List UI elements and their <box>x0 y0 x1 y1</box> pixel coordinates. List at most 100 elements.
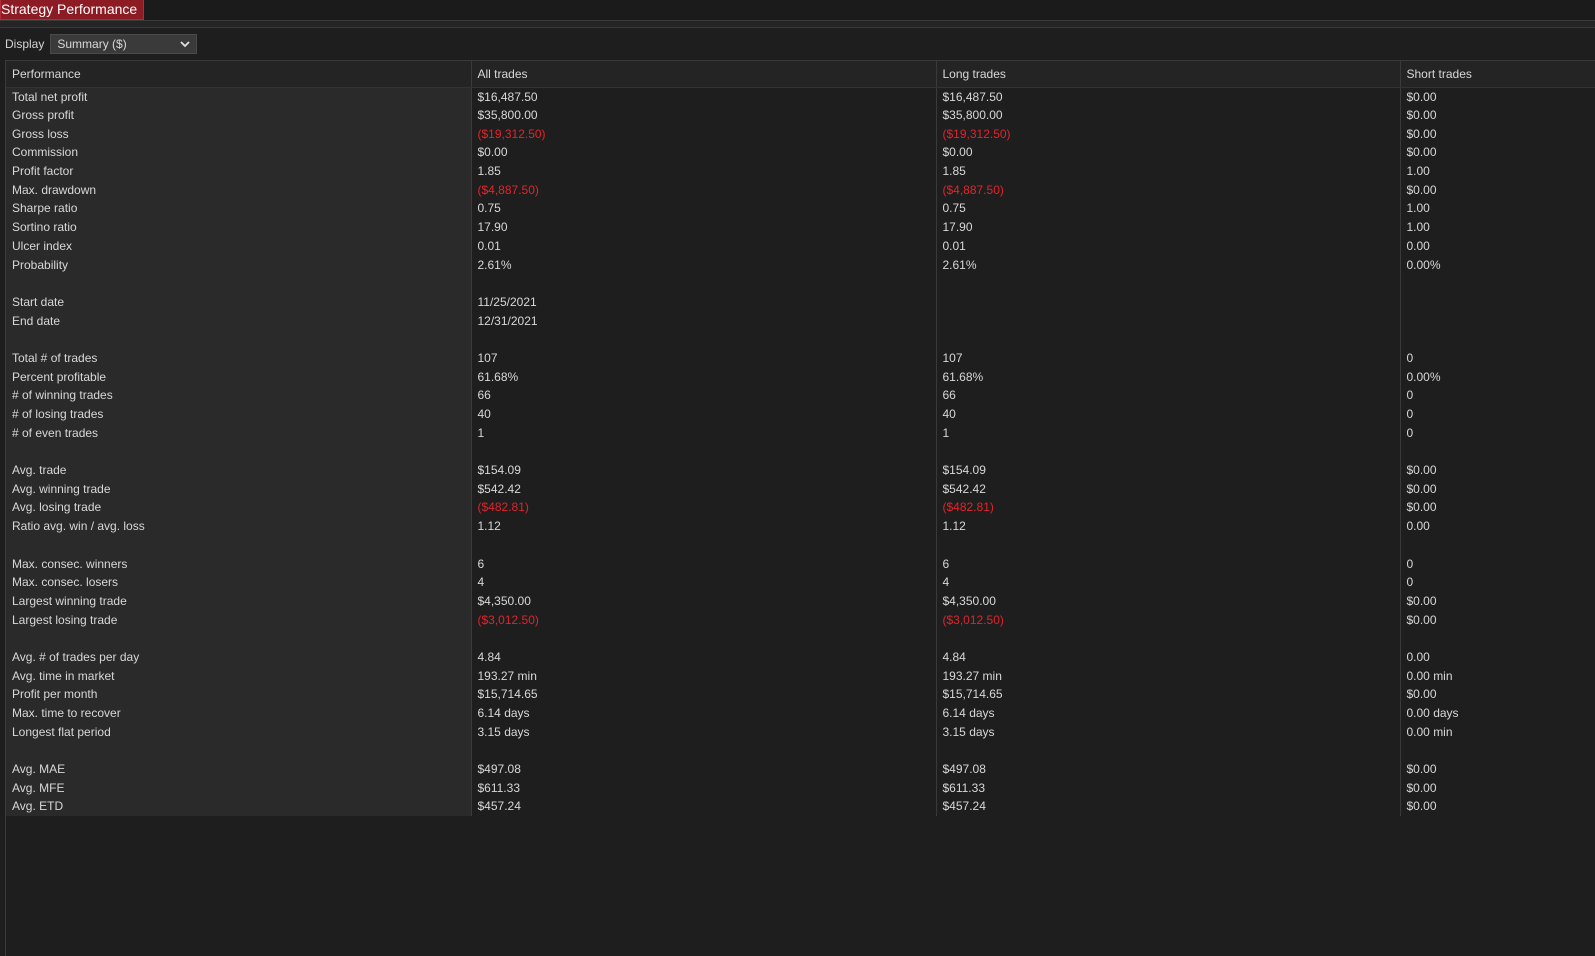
long-trades-value <box>936 535 1401 555</box>
all-trades-value: 2.61% <box>471 255 937 274</box>
all-trades-value <box>471 535 937 555</box>
metric-label <box>6 273 472 293</box>
table-row: Avg. time in market 193.27 min 193.27 min 0… <box>6 666 1595 685</box>
table-row: End date 12/31/2021 <box>6 311 1595 330</box>
table-row <box>6 628 1595 648</box>
short-trades-value: $0.00 <box>1400 759 1595 779</box>
column-header-performance[interactable]: Performance <box>6 61 472 88</box>
short-trades-value <box>1400 535 1595 555</box>
table-row: Avg. winning trade $542.42 $542.42 $0.00 <box>6 479 1595 499</box>
table-row: Max. consec. winners 6 6 0 <box>6 554 1595 573</box>
long-trades-value: 1 <box>936 423 1401 443</box>
metric-label: Start date <box>6 292 472 312</box>
short-trades-value: $0.00 <box>1400 498 1595 517</box>
short-trades-value <box>1400 311 1595 330</box>
table-row: Profit factor 1.85 1.85 1.00 <box>6 161 1595 181</box>
all-trades-value: ($3,012.50) <box>471 610 937 629</box>
short-trades-value: $0.00 <box>1400 778 1595 798</box>
all-trades-value: 17.90 <box>471 217 937 237</box>
long-trades-value: 17.90 <box>936 217 1401 237</box>
all-trades-value <box>471 628 937 648</box>
all-trades-value: 1.85 <box>471 161 937 181</box>
long-trades-value <box>936 741 1401 760</box>
long-trades-value: $497.08 <box>936 759 1401 779</box>
all-trades-value: $16,487.50 <box>471 87 937 106</box>
metric-label: End date <box>6 311 472 330</box>
all-trades-value: $4,350.00 <box>471 591 937 611</box>
display-selected-value: Summary ($) <box>57 37 127 51</box>
short-trades-value <box>1400 628 1595 648</box>
short-trades-value: 0.00 days <box>1400 703 1595 723</box>
long-trades-value: 66 <box>936 386 1401 405</box>
metric-label: Avg. # of trades per day <box>6 647 472 667</box>
all-trades-value: $0.00 <box>471 143 937 162</box>
short-trades-value: 0.00% <box>1400 367 1595 386</box>
long-trades-value: 40 <box>936 404 1401 424</box>
table-row: Profit per month $15,714.65 $15,714.65 $0.0… <box>6 685 1595 704</box>
long-trades-value: $4,350.00 <box>936 591 1401 611</box>
table-row: Max. time to recover 6.14 days 6.14 days 0.… <box>6 703 1595 723</box>
long-trades-value: 107 <box>936 348 1401 368</box>
table-row: Percent profitable 61.68% 61.68% 0.00% <box>6 367 1595 386</box>
window-title-tab[interactable]: Strategy Performance <box>0 0 145 20</box>
column-header-all-trades[interactable]: All trades <box>471 61 937 88</box>
metric-label: Avg. MFE <box>6 778 472 798</box>
short-trades-value: 0 <box>1400 404 1595 424</box>
long-trades-value: $611.33 <box>936 778 1401 798</box>
short-trades-value: 0.00 <box>1400 236 1595 256</box>
table-row: Avg. MAE $497.08 $497.08 $0.00 <box>6 759 1595 779</box>
short-trades-value: 0 <box>1400 572 1595 592</box>
long-trades-value: 4 <box>936 572 1401 592</box>
all-trades-value: ($4,887.50) <box>471 180 937 200</box>
short-trades-value <box>1400 329 1595 349</box>
table-row: Avg. MFE $611.33 $611.33 $0.00 <box>6 778 1595 798</box>
metric-label: Sortino ratio <box>6 217 472 237</box>
performance-table: Performance All trades Long trades Short… <box>6 61 1595 816</box>
column-header-short-trades[interactable]: Short trades <box>1400 61 1595 88</box>
display-dropdown[interactable]: Summary ($) <box>50 34 198 54</box>
short-trades-value: 0.00 <box>1400 516 1595 536</box>
metric-label <box>6 741 472 760</box>
all-trades-value: 11/25/2021 <box>471 292 937 312</box>
all-trades-value: $542.42 <box>471 479 937 499</box>
metric-label: Max. drawdown <box>6 180 472 200</box>
short-trades-value: 0 <box>1400 386 1595 405</box>
metric-label: Sharpe ratio <box>6 199 472 218</box>
long-trades-value: 2.61% <box>936 255 1401 274</box>
all-trades-value: $611.33 <box>471 778 937 798</box>
all-trades-value: 12/31/2021 <box>471 311 937 330</box>
metric-label: Largest winning trade <box>6 591 472 611</box>
metric-label: Percent profitable <box>6 367 472 386</box>
long-trades-value: $35,800.00 <box>936 105 1401 125</box>
metric-label: Probability <box>6 255 472 274</box>
metric-label: # of losing trades <box>6 404 472 424</box>
table-row: Largest winning trade $4,350.00 $4,350.00 $… <box>6 591 1595 611</box>
all-trades-value: $457.24 <box>471 797 937 816</box>
table-row <box>6 741 1595 760</box>
all-trades-value: 40 <box>471 404 937 424</box>
long-trades-value: $457.24 <box>936 797 1401 816</box>
long-trades-value <box>936 442 1401 461</box>
short-trades-value: 0.00 <box>1400 647 1595 667</box>
all-trades-value: $497.08 <box>471 759 937 779</box>
metric-label: Total # of trades <box>6 348 472 368</box>
short-trades-value <box>1400 741 1595 760</box>
metric-label: Gross profit <box>6 105 472 125</box>
long-trades-value: $542.42 <box>936 479 1401 499</box>
long-trades-value: $154.09 <box>936 460 1401 480</box>
long-trades-value: ($3,012.50) <box>936 610 1401 629</box>
table-row <box>6 535 1595 555</box>
long-trades-value: 0.01 <box>936 236 1401 256</box>
metric-label <box>6 535 472 555</box>
table-row: Avg. trade $154.09 $154.09 $0.00 <box>6 460 1595 480</box>
column-header-long-trades[interactable]: Long trades <box>936 61 1401 88</box>
table-row <box>6 273 1595 293</box>
short-trades-value: $0.00 <box>1400 105 1595 125</box>
long-trades-value: ($19,312.50) <box>936 124 1401 144</box>
table-row: # of winning trades 66 66 0 <box>6 386 1595 405</box>
all-trades-value: 1 <box>471 423 937 443</box>
display-label: Display <box>5 37 45 51</box>
performance-grid: Performance All trades Long trades Short… <box>5 60 1595 956</box>
metric-label: Max. consec. losers <box>6 572 472 592</box>
metric-label <box>6 628 472 648</box>
